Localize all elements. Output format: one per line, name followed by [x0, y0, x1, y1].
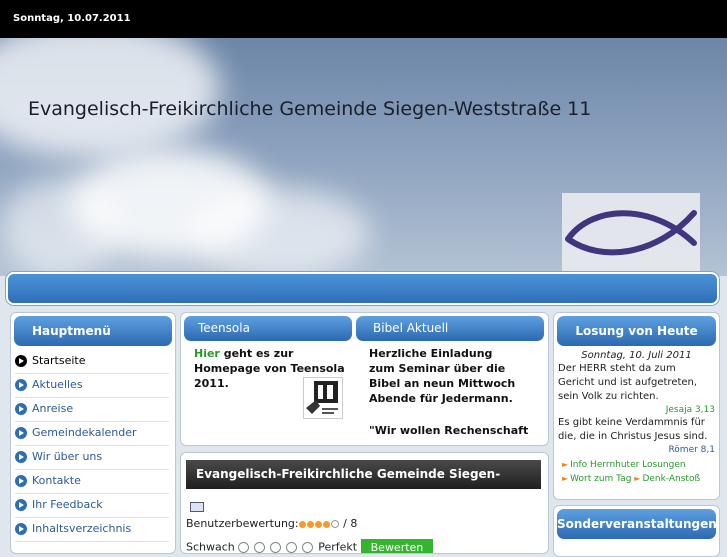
- losung-links: ► Info Herrnhuter Losungen ► Wort zum Tag …: [554, 458, 719, 486]
- arrow-right-icon: ►: [562, 474, 569, 483]
- arrow-right-icon: ►: [634, 474, 641, 483]
- main-navbar: [6, 272, 719, 305]
- rating-star-icon: [298, 520, 306, 528]
- losung-verse-1: Der HERR steht da zum Gericht und ist au…: [558, 363, 698, 402]
- link-wort-zum-tag[interactable]: Wort zum Tag: [570, 474, 631, 484]
- tab-bibel-aktuell[interactable]: Bibel Aktuell: [356, 316, 544, 341]
- arrow-bullet-icon: [15, 355, 27, 367]
- sonderveranstaltungen-box: Sonderveranstaltungen: [553, 505, 720, 557]
- rating-star-icon: [314, 520, 322, 528]
- losung-date: Sonntag, 10. Juli 2011: [581, 350, 692, 361]
- ichthys-icon: [565, 210, 697, 256]
- arrow-bullet-icon: [15, 427, 27, 439]
- arrow-bullet-icon: [15, 403, 27, 415]
- feature-tabs-box: Teensola Bibel Aktuell Hier geht es zur …: [180, 312, 549, 446]
- arrow-bullet-icon: [15, 523, 27, 535]
- cloud-decoration: [0, 178, 120, 276]
- vote-radio-5[interactable]: [302, 542, 314, 553]
- losung-ref-2[interactable]: Römer 8,1: [554, 445, 719, 455]
- arrow-bullet-icon: [15, 475, 27, 487]
- vote-radio-3[interactable]: [270, 542, 282, 553]
- sonderveranstaltungen-title: Sonderveranstaltungen: [557, 509, 716, 539]
- arrow-bullet-icon: [15, 379, 27, 391]
- main-menu: Startseite Aktuelles Anreise Gemeindekal…: [11, 350, 175, 542]
- menu-item-anreise[interactable]: Anreise: [15, 398, 169, 422]
- site-header: Evangelisch-Freikirchliche Gemeinde Sieg…: [0, 38, 727, 276]
- top-bar: Sonntag, 10.07.2011: [0, 0, 727, 38]
- menu-item-startseite[interactable]: Startseite: [15, 350, 169, 374]
- rating-star-icon: [322, 520, 330, 528]
- arrow-bullet-icon: [15, 451, 27, 463]
- article-title[interactable]: Evangelisch-Freikirchliche Gemeinde Sieg…: [186, 460, 541, 489]
- vote-radio-1[interactable]: [238, 542, 250, 553]
- vote-radio-4[interactable]: [286, 542, 298, 553]
- rating-star-icon: [330, 520, 339, 528]
- main-menu-box: Hauptmenü Startseite Aktuelles Anreise G…: [10, 312, 176, 554]
- teensola-logo[interactable]: [303, 377, 343, 419]
- tab-teensola[interactable]: Teensola: [184, 316, 352, 341]
- rating-star-icon: [306, 520, 314, 528]
- cloud-decoration: [190, 188, 370, 276]
- arrow-bullet-icon: [15, 499, 27, 511]
- site-title: Evangelisch-Freikirchliche Gemeinde Sieg…: [28, 98, 592, 120]
- vote-button[interactable]: Bewerten: [360, 539, 434, 553]
- menu-item-gemeindekalender[interactable]: Gemeindekalender: [15, 422, 169, 446]
- article-box: Evangelisch-Freikirchliche Gemeinde Sieg…: [180, 452, 549, 554]
- fish-logo: [562, 193, 700, 271]
- vote-row: Schwach Perfekt Bewerten: [186, 539, 434, 553]
- losung-title: Losung von Heute: [557, 316, 716, 346]
- user-rating: Benutzerbewertung: / 8: [186, 517, 358, 530]
- losung-box: Losung von Heute Sonntag, 10. Juli 2011 …: [553, 312, 720, 500]
- rating-stars: [298, 517, 340, 530]
- menu-item-aktuelles[interactable]: Aktuelles: [15, 374, 169, 398]
- vote-radio-2[interactable]: [254, 542, 266, 553]
- menu-item-inhaltsverzeichnis[interactable]: Inhaltsverzeichnis: [15, 518, 169, 542]
- teensola-logo-icon: [306, 381, 338, 414]
- menu-item-wir-ueber-uns[interactable]: Wir über uns: [15, 446, 169, 470]
- link-denk-anstoss[interactable]: Denk-Anstoß: [642, 474, 700, 484]
- losung-ref-1[interactable]: Jesaja 3,13: [554, 405, 719, 415]
- teensola-link[interactable]: Hier: [194, 347, 220, 360]
- bibel-text: Herzliche Einladung zum Seminar über die…: [369, 347, 516, 405]
- current-date: Sonntag, 10.07.2011: [13, 13, 131, 24]
- menu-item-kontakte[interactable]: Kontakte: [15, 470, 169, 494]
- email-icon[interactable]: [190, 502, 204, 512]
- bibel-quote: "Wir wollen Rechenschaft: [369, 424, 529, 437]
- link-herrnhuter[interactable]: Info Herrnhuter Losungen: [570, 460, 685, 470]
- losung-verse-2: Es gibt keine Verdammnis für die, die in…: [558, 417, 708, 442]
- menu-item-feedback[interactable]: Ihr Feedback: [15, 494, 169, 518]
- main-menu-title: Hauptmenü: [14, 316, 172, 346]
- arrow-right-icon: ►: [562, 460, 569, 469]
